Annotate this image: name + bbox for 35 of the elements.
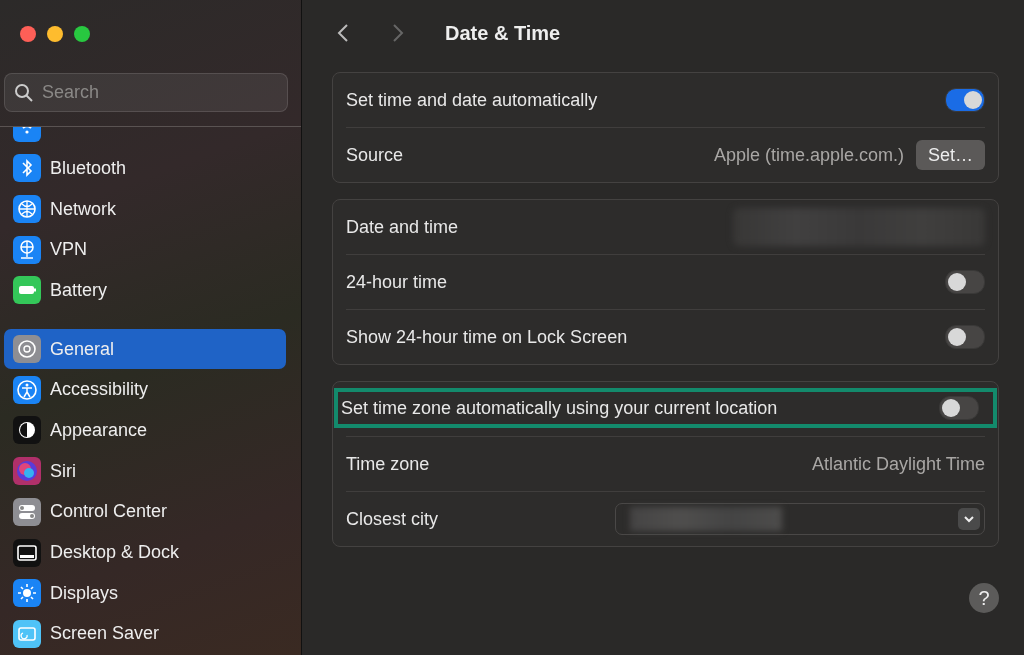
set-button[interactable]: Set… [915, 140, 985, 170]
sidebar-item[interactable]: Accessibility [4, 369, 286, 411]
sidebar-item[interactable]: Network [4, 188, 286, 230]
sidebar-item[interactable]: Screen Saver [4, 613, 286, 655]
setting-label: 24-hour time [346, 271, 448, 293]
chevron-down-icon [958, 508, 980, 530]
toggle-switch[interactable] [939, 396, 979, 420]
setting-label: Set time and date automatically [346, 89, 598, 111]
sidebar-item[interactable]: Desktop & Dock [4, 532, 286, 573]
sidebar-item[interactable]: Displays [4, 572, 286, 614]
close-button[interactable] [20, 26, 36, 42]
setting-label: Source [346, 144, 404, 166]
sidebar-item[interactable]: VPN [4, 229, 286, 271]
setting-label: Show 24-hour time on Lock Screen [346, 326, 628, 348]
sidebar-item[interactable]: General [4, 328, 286, 370]
setting-label: Time zone [346, 453, 430, 475]
setting-label: Closest city [346, 508, 439, 530]
sidebar-item[interactable]: Siri [4, 450, 286, 492]
setting-label: Set time zone automatically using your current location [341, 397, 778, 419]
toggle-switch[interactable] [945, 325, 985, 349]
sidebar-item[interactable]: Appearance [4, 410, 286, 451]
sidebar-item[interactable]: Control Center [4, 491, 286, 533]
search-icon [14, 83, 34, 103]
source-value: Apple (time.apple.com.) [713, 144, 904, 166]
toggle-switch[interactable] [945, 88, 985, 112]
minimize-button[interactable] [47, 26, 63, 42]
time-zone-value: Atlantic Daylight Time [811, 453, 985, 475]
setting-label: Date and time [346, 216, 459, 238]
sidebar-item[interactable]: Bluetooth [4, 148, 286, 189]
sidebar-item[interactable]: Battery [4, 270, 286, 311]
zoom-button[interactable] [74, 26, 90, 42]
help-button[interactable]: ? [969, 583, 999, 613]
toggle-switch[interactable] [945, 270, 985, 294]
wifi-icon[interactable] [13, 127, 41, 142]
window-title: Date & Time [445, 21, 561, 45]
